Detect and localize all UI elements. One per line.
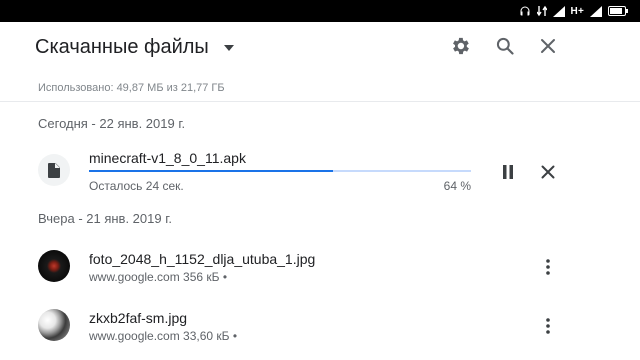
battery-icon <box>608 6 628 16</box>
status-bar: H+ <box>0 0 640 22</box>
title-selector[interactable]: Скачанные файлы <box>35 36 235 59</box>
file-icon-container <box>38 154 70 186</box>
signal-icon-2 <box>590 5 602 17</box>
list-item-name[interactable]: zkxb2faf-sm.jpg <box>89 310 187 326</box>
more-vert-icon <box>546 318 550 334</box>
close-button[interactable] <box>534 32 562 60</box>
signal-icon <box>552 5 565 17</box>
headphones-icon <box>520 6 530 16</box>
search-button[interactable] <box>491 32 519 60</box>
dropdown-arrow-icon[interactable] <box>223 44 235 52</box>
list-item-source: www.google.com 356 кБ • <box>89 270 228 284</box>
gear-icon <box>453 37 469 55</box>
data-transfer-icon <box>536 5 547 17</box>
settings-button[interactable] <box>446 32 474 60</box>
cancel-download-button[interactable] <box>536 160 560 184</box>
time-remaining: Осталось 24 сек. <box>89 179 184 193</box>
download-file-name[interactable]: minecraft-v1_8_0_11.apk <box>89 150 246 166</box>
section-header-yesterday: Вчера - 21 янв. 2019 г. <box>38 211 172 226</box>
pause-icon <box>503 165 513 179</box>
status-icons: H+ <box>519 3 628 19</box>
more-options-button[interactable] <box>536 314 560 338</box>
pause-button[interactable] <box>496 160 520 184</box>
download-progress-fill <box>89 170 334 172</box>
top-app-bar: Скачанные файлы <box>0 22 640 74</box>
list-item-source: www.google.com 33,60 кБ • <box>89 329 238 343</box>
image-thumbnail <box>38 309 70 341</box>
storage-usage: Использовано: 49,87 МБ из 21,77 ГБ <box>38 82 225 94</box>
progress-percent: 64 % <box>443 179 471 193</box>
network-type-label: H+ <box>570 5 584 17</box>
more-vert-icon <box>546 259 550 275</box>
search-icon <box>496 37 514 55</box>
list-item-name[interactable]: foto_2048_h_1152_dlja_utuba_1.jpg <box>89 251 315 267</box>
close-icon <box>541 39 555 53</box>
section-header-today: Сегодня - 22 янв. 2019 г. <box>38 116 186 131</box>
page-title: Скачанные файлы <box>35 36 209 58</box>
document-icon <box>48 162 60 178</box>
more-options-button[interactable] <box>536 255 560 279</box>
download-progress-bar <box>89 170 471 172</box>
close-icon <box>541 165 555 179</box>
divider <box>0 101 640 102</box>
image-thumbnail <box>38 250 70 282</box>
